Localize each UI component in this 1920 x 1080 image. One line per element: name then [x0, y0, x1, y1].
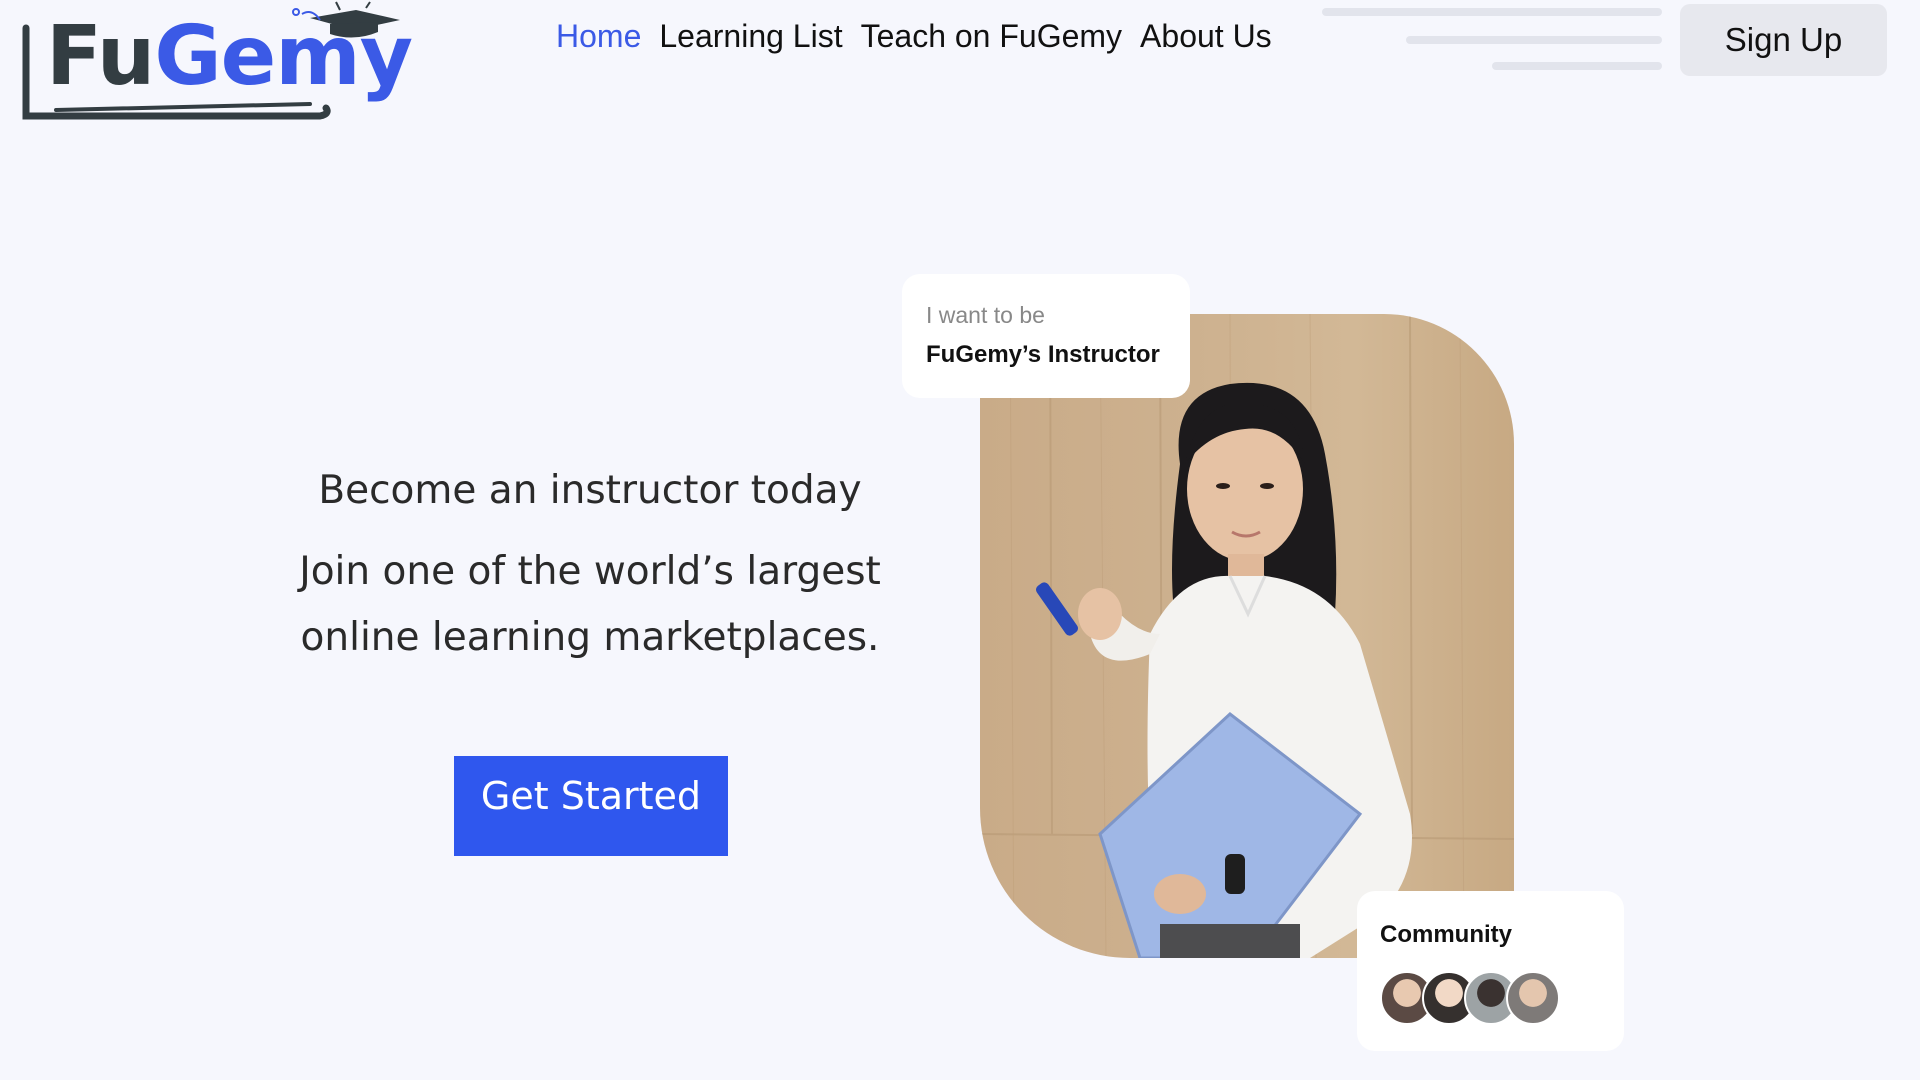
nav-about-us[interactable]: About Us: [1140, 18, 1272, 55]
logo-wordmark: FuGemy: [46, 16, 413, 98]
callout-caption: I want to be: [926, 302, 1045, 328]
callout-title: FuGemy’s Instructor: [926, 341, 1160, 368]
hero-subtitle-line2: online learning marketplaces.: [300, 615, 880, 660]
community-label: Community: [1380, 921, 1512, 948]
sign-up-button[interactable]: Sign Up: [1680, 4, 1887, 76]
get-started-button[interactable]: Get Started: [454, 756, 728, 856]
nav-learning-list[interactable]: Learning List: [659, 18, 842, 55]
hero-title: Become an instructor today: [318, 468, 862, 513]
nav-teach-on-fugemy[interactable]: Teach on FuGemy: [861, 18, 1122, 55]
instructor-callout: I want to be FuGemy’s Instructor: [902, 274, 1190, 398]
community-avatars: [1380, 971, 1601, 1025]
main-nav: Home Learning List Teach on FuGemy About…: [556, 18, 1272, 55]
community-card[interactable]: Community: [1357, 891, 1624, 1051]
decorative-lines: [1322, 8, 1662, 70]
instructor-photo: [980, 314, 1514, 958]
hero-subtitle-line1: Join one of the world’s largest: [299, 549, 881, 594]
logo-text-fu: Fu: [46, 9, 155, 104]
logo[interactable]: FuGemy: [20, 0, 413, 125]
instructor-illustration: [980, 314, 1514, 958]
avatar: [1506, 971, 1560, 1025]
logo-text-gemy: Gemy: [154, 9, 413, 104]
nav-home[interactable]: Home: [556, 18, 641, 55]
hero-text-block: Become an instructor today Join one of t…: [240, 468, 940, 671]
